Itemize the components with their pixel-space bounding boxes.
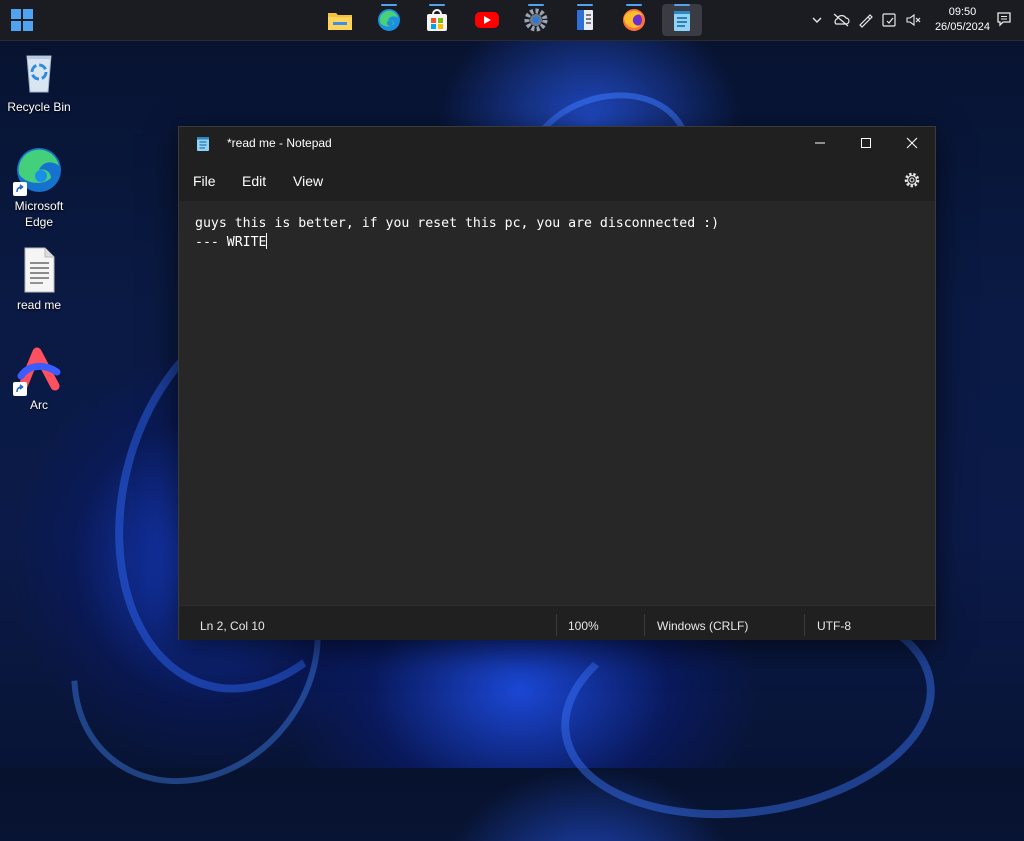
minimize-button[interactable]: [797, 127, 843, 159]
desktop-icon-label: read me: [16, 298, 62, 312]
status-zoom[interactable]: 100%: [568, 619, 599, 633]
status-bar: Ln 2, Col 10 100% Windows (CRLF) UTF-8: [179, 605, 935, 640]
gear-icon[interactable]: [903, 171, 921, 189]
status-divider: [804, 614, 805, 636]
clock-date: 26/05/2024: [934, 21, 990, 33]
taskbar-youtube[interactable]: [467, 4, 507, 36]
close-button[interactable]: [889, 127, 935, 159]
pen-icon[interactable]: [856, 11, 874, 29]
status-cursor-position: Ln 2, Col 10: [200, 619, 265, 633]
close-icon: [906, 137, 918, 149]
taskbar-settings[interactable]: [516, 4, 556, 36]
desktop-icon-label: Arc: [30, 398, 48, 412]
notification-icon[interactable]: [996, 11, 1012, 27]
status-divider: [644, 614, 645, 636]
clock[interactable]: 09:50 26/05/2024: [935, 5, 990, 35]
notepad-icon: [674, 11, 690, 31]
start-button[interactable]: [11, 9, 33, 31]
editor-content[interactable]: guys this is better, if you reset this p…: [195, 215, 719, 252]
system-tray: [808, 0, 928, 40]
taskbar-firefox[interactable]: [614, 4, 654, 36]
text-caret: [266, 233, 268, 249]
taskbar-notepad[interactable]: [662, 4, 702, 36]
desktop-icon-read-me[interactable]: read me: [3, 246, 75, 312]
firefox-icon: [623, 9, 645, 31]
text-editor[interactable]: guys this is better, if you reset this p…: [179, 201, 935, 605]
notepad-icon: [197, 137, 209, 151]
taskbar: 09:50 26/05/2024: [0, 0, 1024, 41]
title-bar[interactable]: *read me - Notepad: [179, 127, 935, 159]
windows-logo-icon: [11, 9, 21, 19]
menu-view[interactable]: View: [293, 173, 323, 189]
notebook-icon: [577, 10, 593, 30]
desktop-icon-label: Recycle Bin: [7, 100, 71, 114]
editor-line-2: --- WRITE: [195, 233, 268, 250]
maximize-button[interactable]: [843, 127, 889, 159]
shortcut-arrow-icon: [13, 382, 27, 396]
onedrive-offline-icon[interactable]: [832, 11, 850, 29]
text-file-icon: [24, 247, 55, 293]
taskbar-store[interactable]: [417, 4, 457, 36]
shortcut-arrow-icon: [13, 182, 27, 196]
chevron-up-icon[interactable]: [808, 11, 826, 29]
edge-icon: [378, 9, 400, 31]
taskbar-edge[interactable]: [369, 4, 409, 36]
menu-edit[interactable]: Edit: [242, 173, 266, 189]
status-line-ending[interactable]: Windows (CRLF): [657, 619, 748, 633]
maximize-icon: [861, 138, 871, 148]
clock-time: 09:50: [948, 6, 977, 18]
desktop-icon-recycle-bin[interactable]: Recycle Bin: [3, 48, 75, 114]
taskbar-notebook[interactable]: [565, 4, 605, 36]
menu-bar: File Edit View: [179, 159, 935, 201]
desktop-icon-arc[interactable]: Arc: [3, 346, 75, 412]
folder-icon: [328, 13, 352, 30]
menu-file[interactable]: File: [193, 173, 216, 189]
status-encoding[interactable]: UTF-8: [817, 619, 851, 633]
settings-icon: [524, 8, 548, 32]
store-icon: [427, 9, 447, 31]
youtube-icon: [475, 12, 499, 28]
desktop-icon-edge[interactable]: Microsoft Edge: [3, 146, 75, 230]
minimize-icon: [815, 142, 825, 144]
editor-line-1: guys this is better, if you reset this p…: [195, 216, 720, 231]
desktop-icon-label: Microsoft Edge: [14, 199, 64, 229]
clipboard-icon[interactable]: [880, 11, 898, 29]
window-title: *read me - Notepad: [227, 136, 332, 150]
taskbar-file-explorer[interactable]: [320, 4, 360, 36]
notepad-window: *read me - Notepad File Edit View guys t…: [178, 126, 936, 640]
status-divider: [556, 614, 557, 636]
recycle-bin-icon: [26, 55, 52, 93]
volume-muted-icon[interactable]: [904, 11, 922, 29]
